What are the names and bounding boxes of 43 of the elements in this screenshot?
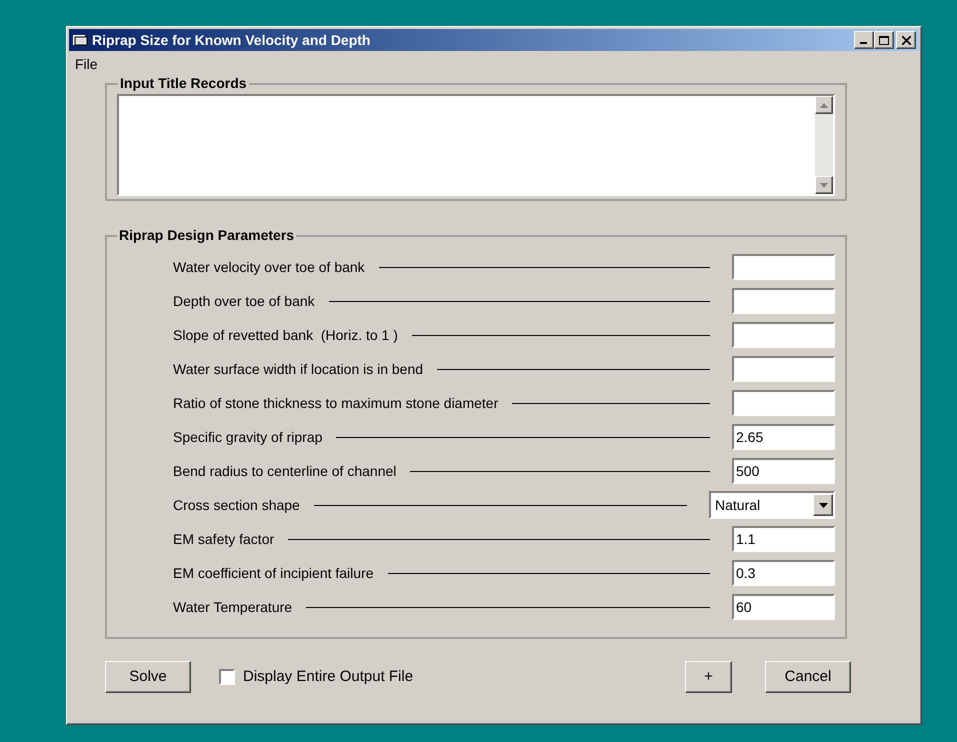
group-title: Input Title Records [119,74,248,93]
parameter-label: Water Temperature [173,598,292,617]
parameter-label: EM safety factor [173,530,274,549]
maximize-icon [879,36,889,44]
input-field[interactable]: 500 [732,458,835,484]
dropdown[interactable]: Natural [709,491,835,519]
menu-item[interactable]: File [75,54,98,74]
scroll-up-button[interactable] [815,96,833,114]
parameter-label: Slope of revetted bank (Horiz. to 1 ) [173,326,398,345]
input-field[interactable] [732,322,835,348]
input-field[interactable] [732,390,835,416]
parameter-label: Water velocity over toe of bank [173,258,365,277]
input-field[interactable] [732,356,835,382]
plus-button[interactable]: + [685,661,732,693]
checkbox-label: Display Entire Output File [243,666,414,687]
input-field[interactable] [732,288,835,314]
input-field[interactable]: 1.1 [732,526,835,552]
parameter-label: Cross section shape [173,496,300,515]
parameter-label: Bend radius to centerline of channel [173,462,396,480]
parameter-label: Water surface width if location is in bend [173,360,424,378]
parameter-label: Depth over toe of bank [173,292,315,311]
cancel-button[interactable]: Cancel [765,661,851,693]
close-icon [902,36,910,44]
up-arrow-icon [820,102,828,108]
parameter-label: Ratio of stone thickness to maximum stone diameter [173,394,498,412]
close-button[interactable] [896,31,916,49]
input-field[interactable]: 60 [732,594,835,620]
checkbox[interactable] [219,669,235,685]
input-field[interactable] [732,254,835,280]
input-field[interactable]: 2.65 [732,424,835,450]
scroll-down-button[interactable] [815,176,833,194]
window-title: Riprap Size for Known Velocity and Depth [92,30,370,50]
minimize-button[interactable] [854,31,874,49]
maximize-button[interactable] [874,31,894,49]
input-field[interactable]: 0.3 [732,560,835,586]
parameter-label: EM coefficient of incipient failure [173,564,374,583]
solve-button[interactable]: Solve [105,661,191,693]
down-arrow-icon [820,182,828,188]
group-title: Riprap Design Parameters [118,226,296,245]
window-icon [72,33,88,47]
parameter-label: Specific gravity of riprap [173,428,322,447]
scrollbar[interactable] [815,96,833,194]
title-records-field[interactable] [117,94,835,196]
